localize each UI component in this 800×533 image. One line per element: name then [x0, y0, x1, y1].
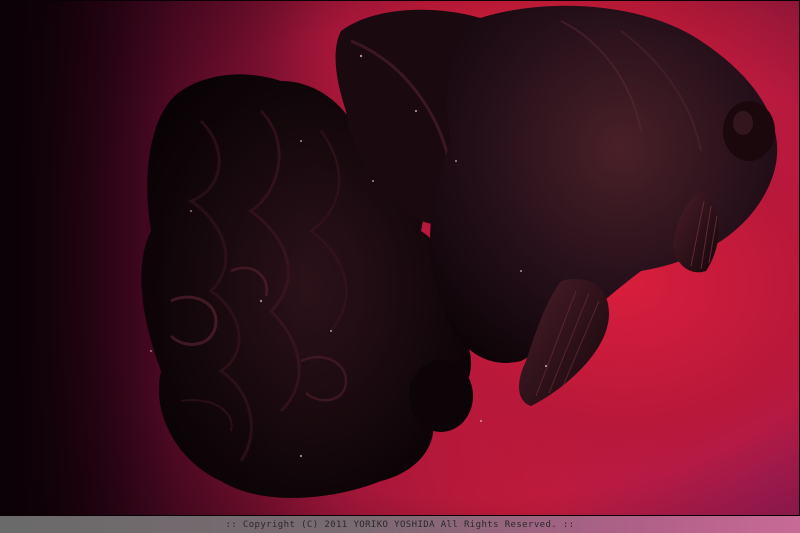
- photo-frame: :: Copyright (C) 2011 YORIKO YOSHIDA All…: [0, 0, 800, 533]
- eye: [723, 101, 775, 161]
- copyright-text: :: Copyright (C) 2011 YORIKO YOSHIDA All…: [225, 519, 575, 530]
- goldfish-illustration: [141, 5, 778, 498]
- copyright-bar: :: Copyright (C) 2011 YORIKO YOSHIDA All…: [0, 516, 800, 533]
- goldfish-photo: [1, 1, 799, 515]
